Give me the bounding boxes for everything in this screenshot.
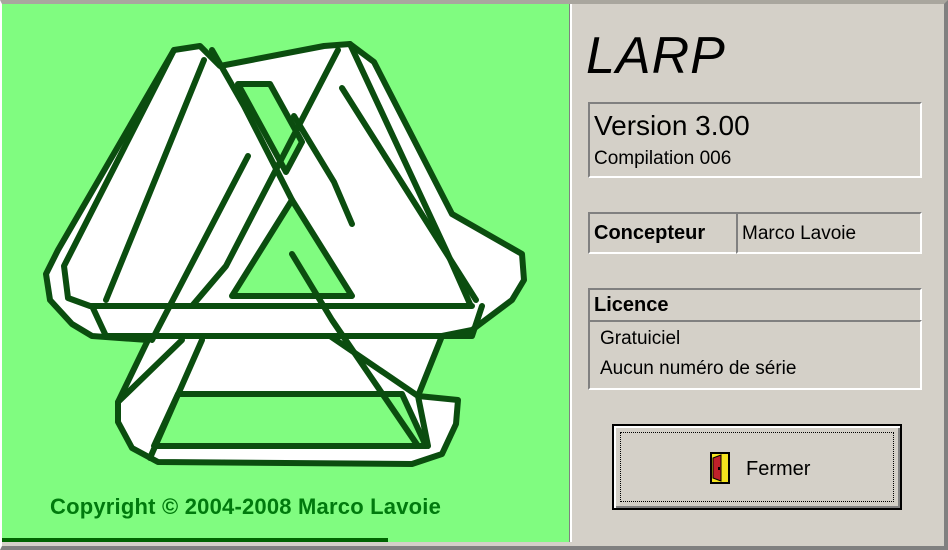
license-details-box: Gratuiciel Aucun numéro de série (588, 320, 922, 390)
door-icon (710, 452, 730, 484)
loading-progress-bar (2, 538, 570, 542)
close-button-label: Fermer (746, 458, 811, 480)
designer-label-box: Concepteur (588, 212, 738, 254)
triangle-knot-logo-icon (43, 41, 527, 467)
designer-label: Concepteur (594, 222, 706, 244)
designer-value-box: Marco Lavoie (736, 212, 922, 254)
copyright-text: Copyright © 2004-2008 Marco Lavoie (50, 494, 442, 519)
designer-value: Marco Lavoie (742, 223, 857, 244)
license-header-box: Licence (588, 288, 922, 322)
version-text: Version 3.00 (594, 110, 750, 141)
splash-panel: Copyright © 2004-2008 Marco Lavoie (2, 4, 572, 542)
app-title: LARP (586, 27, 726, 85)
loading-progress-fill (2, 538, 389, 542)
license-type-text: Gratuiciel (600, 328, 681, 349)
about-info-panel: LARP Version 3.00 Compilation 006 Concep… (574, 4, 942, 542)
version-box: Version 3.00 Compilation 006 (588, 102, 922, 178)
close-button[interactable]: Fermer (612, 424, 902, 510)
serial-number-text: Aucun numéro de série (600, 358, 797, 379)
build-text: Compilation 006 (594, 148, 732, 169)
license-label: Licence (594, 294, 669, 316)
about-dialog: Copyright © 2004-2008 Marco Lavoie LARP … (0, 0, 948, 550)
